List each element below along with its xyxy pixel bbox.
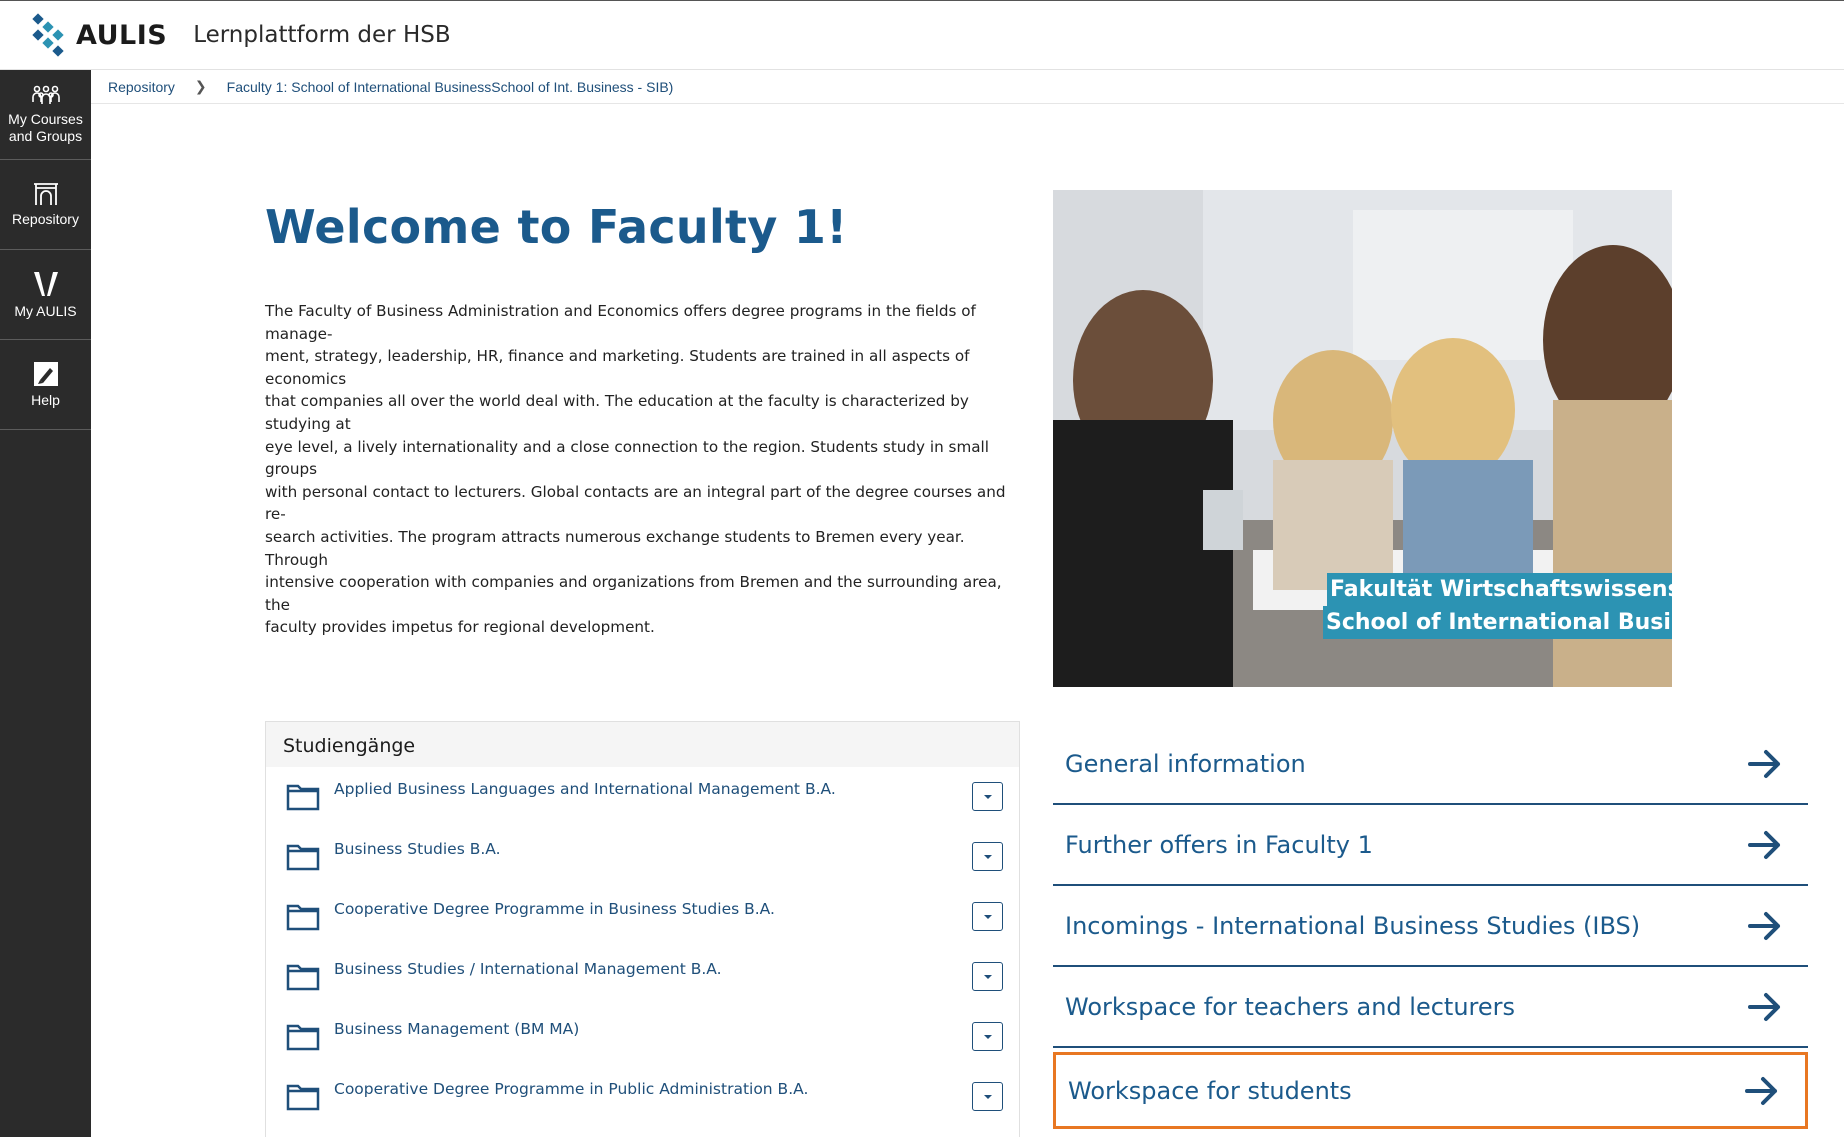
intro-line: that companies all over the world deal w… [265,392,969,433]
sidebar-item-help[interactable]: Help [0,340,91,430]
actions-dropdown-button[interactable] [972,1022,1003,1051]
intro-line: intensive cooperation with companies and… [265,573,1002,614]
hero-caption-line1: Fakultät Wirtschaftswissenschaften [1327,573,1672,606]
actions-dropdown-button[interactable] [972,962,1003,991]
actions-dropdown-button[interactable] [972,902,1003,931]
intro-line: with personal contact to lecturers. Glob… [265,482,1006,524]
studiengaenge-heading: Studiengänge [266,722,1019,767]
link-label: General information [1065,749,1306,778]
my-aulis-icon [33,272,58,296]
list-item: Business Studies / International Managem… [266,947,1019,1007]
top-header: AULIS Lernplattform der HSB [0,0,1844,70]
breadcrumb-item-faculty[interactable]: Faculty 1: School of International Busin… [227,79,674,95]
list-item: Applied Business Languages and Internati… [266,767,1019,827]
aulis-logo[interactable]: AULIS [30,13,167,57]
link-label: Incomings - International Business Studi… [1065,911,1641,940]
arrow-right-icon [1748,830,1780,859]
link-label: Workspace for students [1068,1076,1352,1105]
caret-down-icon [983,794,992,799]
study-program-link[interactable]: Cooperative Degree Programme in Business… [334,900,775,918]
repository-icon [33,183,58,205]
link-label: Further offers in Faculty 1 [1065,830,1373,859]
folder-icon [286,904,320,931]
folder-icon [286,1024,320,1051]
hero-image: Fakultät Wirtschaftswissenschaften Schoo… [1053,190,1672,687]
arrow-right-icon [1748,749,1780,778]
link-workspace-students[interactable]: Workspace for students [1053,1052,1808,1129]
sidebar-label-line2: and Groups [8,127,83,144]
people-icon [31,85,60,104]
arrow-right-icon [1745,1076,1777,1105]
platform-title: Lernplattform der HSB [193,22,451,48]
intro-line: search activities. The program attracts … [265,527,965,569]
sidebar-label-line1: Repository [12,211,79,227]
breadcrumb: Repository ❯ Faculty 1: School of Intern… [91,70,1844,104]
list-item: Business Management (BM MA) [266,1007,1019,1067]
link-general-information[interactable]: General information [1053,724,1808,805]
sidebar-label-line1: My Courses [8,110,83,127]
study-program-link[interactable]: Business Management (BM MA) [334,1020,579,1038]
study-program-link[interactable]: Business Studies / International Managem… [334,960,722,978]
intro-text: The Faculty of Business Administration a… [265,300,1021,639]
main-sidebar: My Courses and Groups Repository My AULI… [0,70,91,1137]
link-label: Workspace for teachers and lecturers [1065,992,1515,1021]
link-further-offers[interactable]: Further offers in Faculty 1 [1053,805,1808,886]
caret-down-icon [983,1034,992,1039]
link-incomings-ibs[interactable]: Incomings - International Business Studi… [1053,886,1808,967]
folder-icon [286,844,320,871]
caret-down-icon [983,914,992,919]
link-workspace-teachers[interactable]: Workspace for teachers and lecturers [1053,967,1808,1048]
intro-line: faculty provides impetus for regional de… [265,618,655,637]
quick-links: General information Further offers in Fa… [1053,724,1808,1129]
studiengaenge-panel: Studiengänge Applied Business Languages … [265,721,1020,1137]
study-program-link[interactable]: Cooperative Degree Programme in Public A… [334,1080,808,1098]
actions-dropdown-button[interactable] [972,782,1003,811]
help-icon [33,362,58,386]
arrow-right-icon [1748,992,1780,1021]
logo-text: AULIS [76,19,168,51]
caret-down-icon [983,974,992,979]
breadcrumb-item-repository[interactable]: Repository [108,79,175,95]
folder-icon [286,784,320,811]
folder-icon [286,964,320,991]
hero-caption-line2: School of International Business (SIB) [1323,606,1672,639]
list-item: Cooperative Degree Programme in Public A… [266,1067,1019,1127]
arrow-right-icon [1748,911,1780,940]
caret-down-icon [983,1094,992,1099]
list-item: Business Studies B.A. [266,827,1019,887]
chevron-right-icon: ❯ [194,78,207,94]
caret-down-icon [983,854,992,859]
actions-dropdown-button[interactable] [972,1082,1003,1111]
intro-line: ment, strategy, leadership, HR, finance … [265,347,970,388]
hero-caption: Fakultät Wirtschaftswissenschaften Schoo… [1323,573,1672,639]
folder-icon [286,1084,320,1111]
intro-line: eye level, a lively internationality and… [265,437,989,479]
list-item: Cooperative Degree Programme in Business… [266,887,1019,947]
page-title: Welcome to Faculty 1! [265,200,848,254]
aulis-logo-icon [32,13,64,57]
sidebar-item-repository[interactable]: Repository [0,160,91,250]
sidebar-label-line1: My AULIS [14,303,77,319]
actions-dropdown-button[interactable] [972,842,1003,871]
sidebar-item-my-aulis[interactable]: My AULIS [0,250,91,340]
study-program-link[interactable]: Applied Business Languages and Internati… [334,780,836,798]
study-program-link[interactable]: Business Studies B.A. [334,840,501,858]
sidebar-item-my-courses[interactable]: My Courses and Groups [0,70,91,160]
intro-line: The Faculty of Business Administration a… [265,302,976,343]
sidebar-label-line1: Help [31,392,60,408]
